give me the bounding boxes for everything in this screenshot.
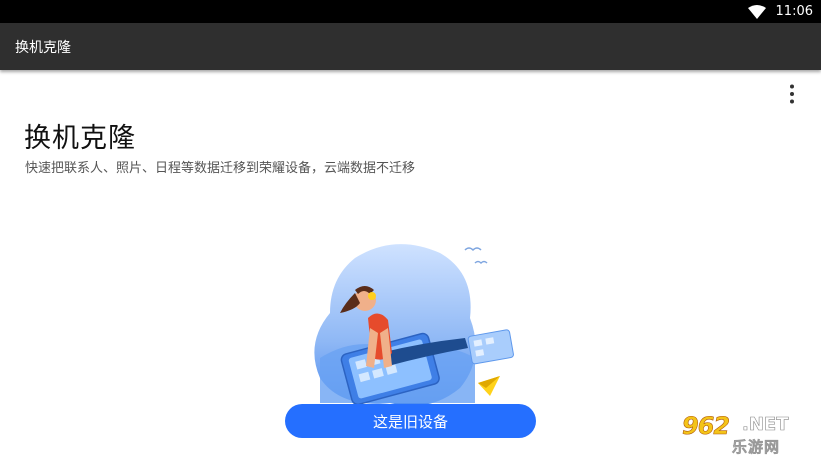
status-icons: 11:06 xyxy=(747,0,813,23)
wifi-icon xyxy=(747,4,766,19)
watermark-number: 962 xyxy=(682,412,731,441)
status-bar: 11:06 xyxy=(0,0,821,23)
app-bar: 换机克隆 xyxy=(0,23,821,70)
phone-transfer-illustration xyxy=(314,244,514,406)
more-vertical-icon xyxy=(790,84,794,104)
watermark-text: 乐游网 xyxy=(732,438,781,457)
old-device-button[interactable]: 这是旧设备 xyxy=(285,404,536,438)
more-options-button[interactable] xyxy=(778,80,806,108)
watermark-suffix: .NET xyxy=(742,414,789,436)
status-time: 11:06 xyxy=(775,4,813,19)
page-subtitle: 快速把联系人、照片、日程等数据迁移到荣耀设备，云端数据不迁移 xyxy=(25,161,416,176)
watermark-logo: 962 .NET 乐游网 xyxy=(682,412,818,458)
page-title: 换机克隆 xyxy=(24,123,136,154)
app-bar-title: 换机克隆 xyxy=(15,40,71,56)
